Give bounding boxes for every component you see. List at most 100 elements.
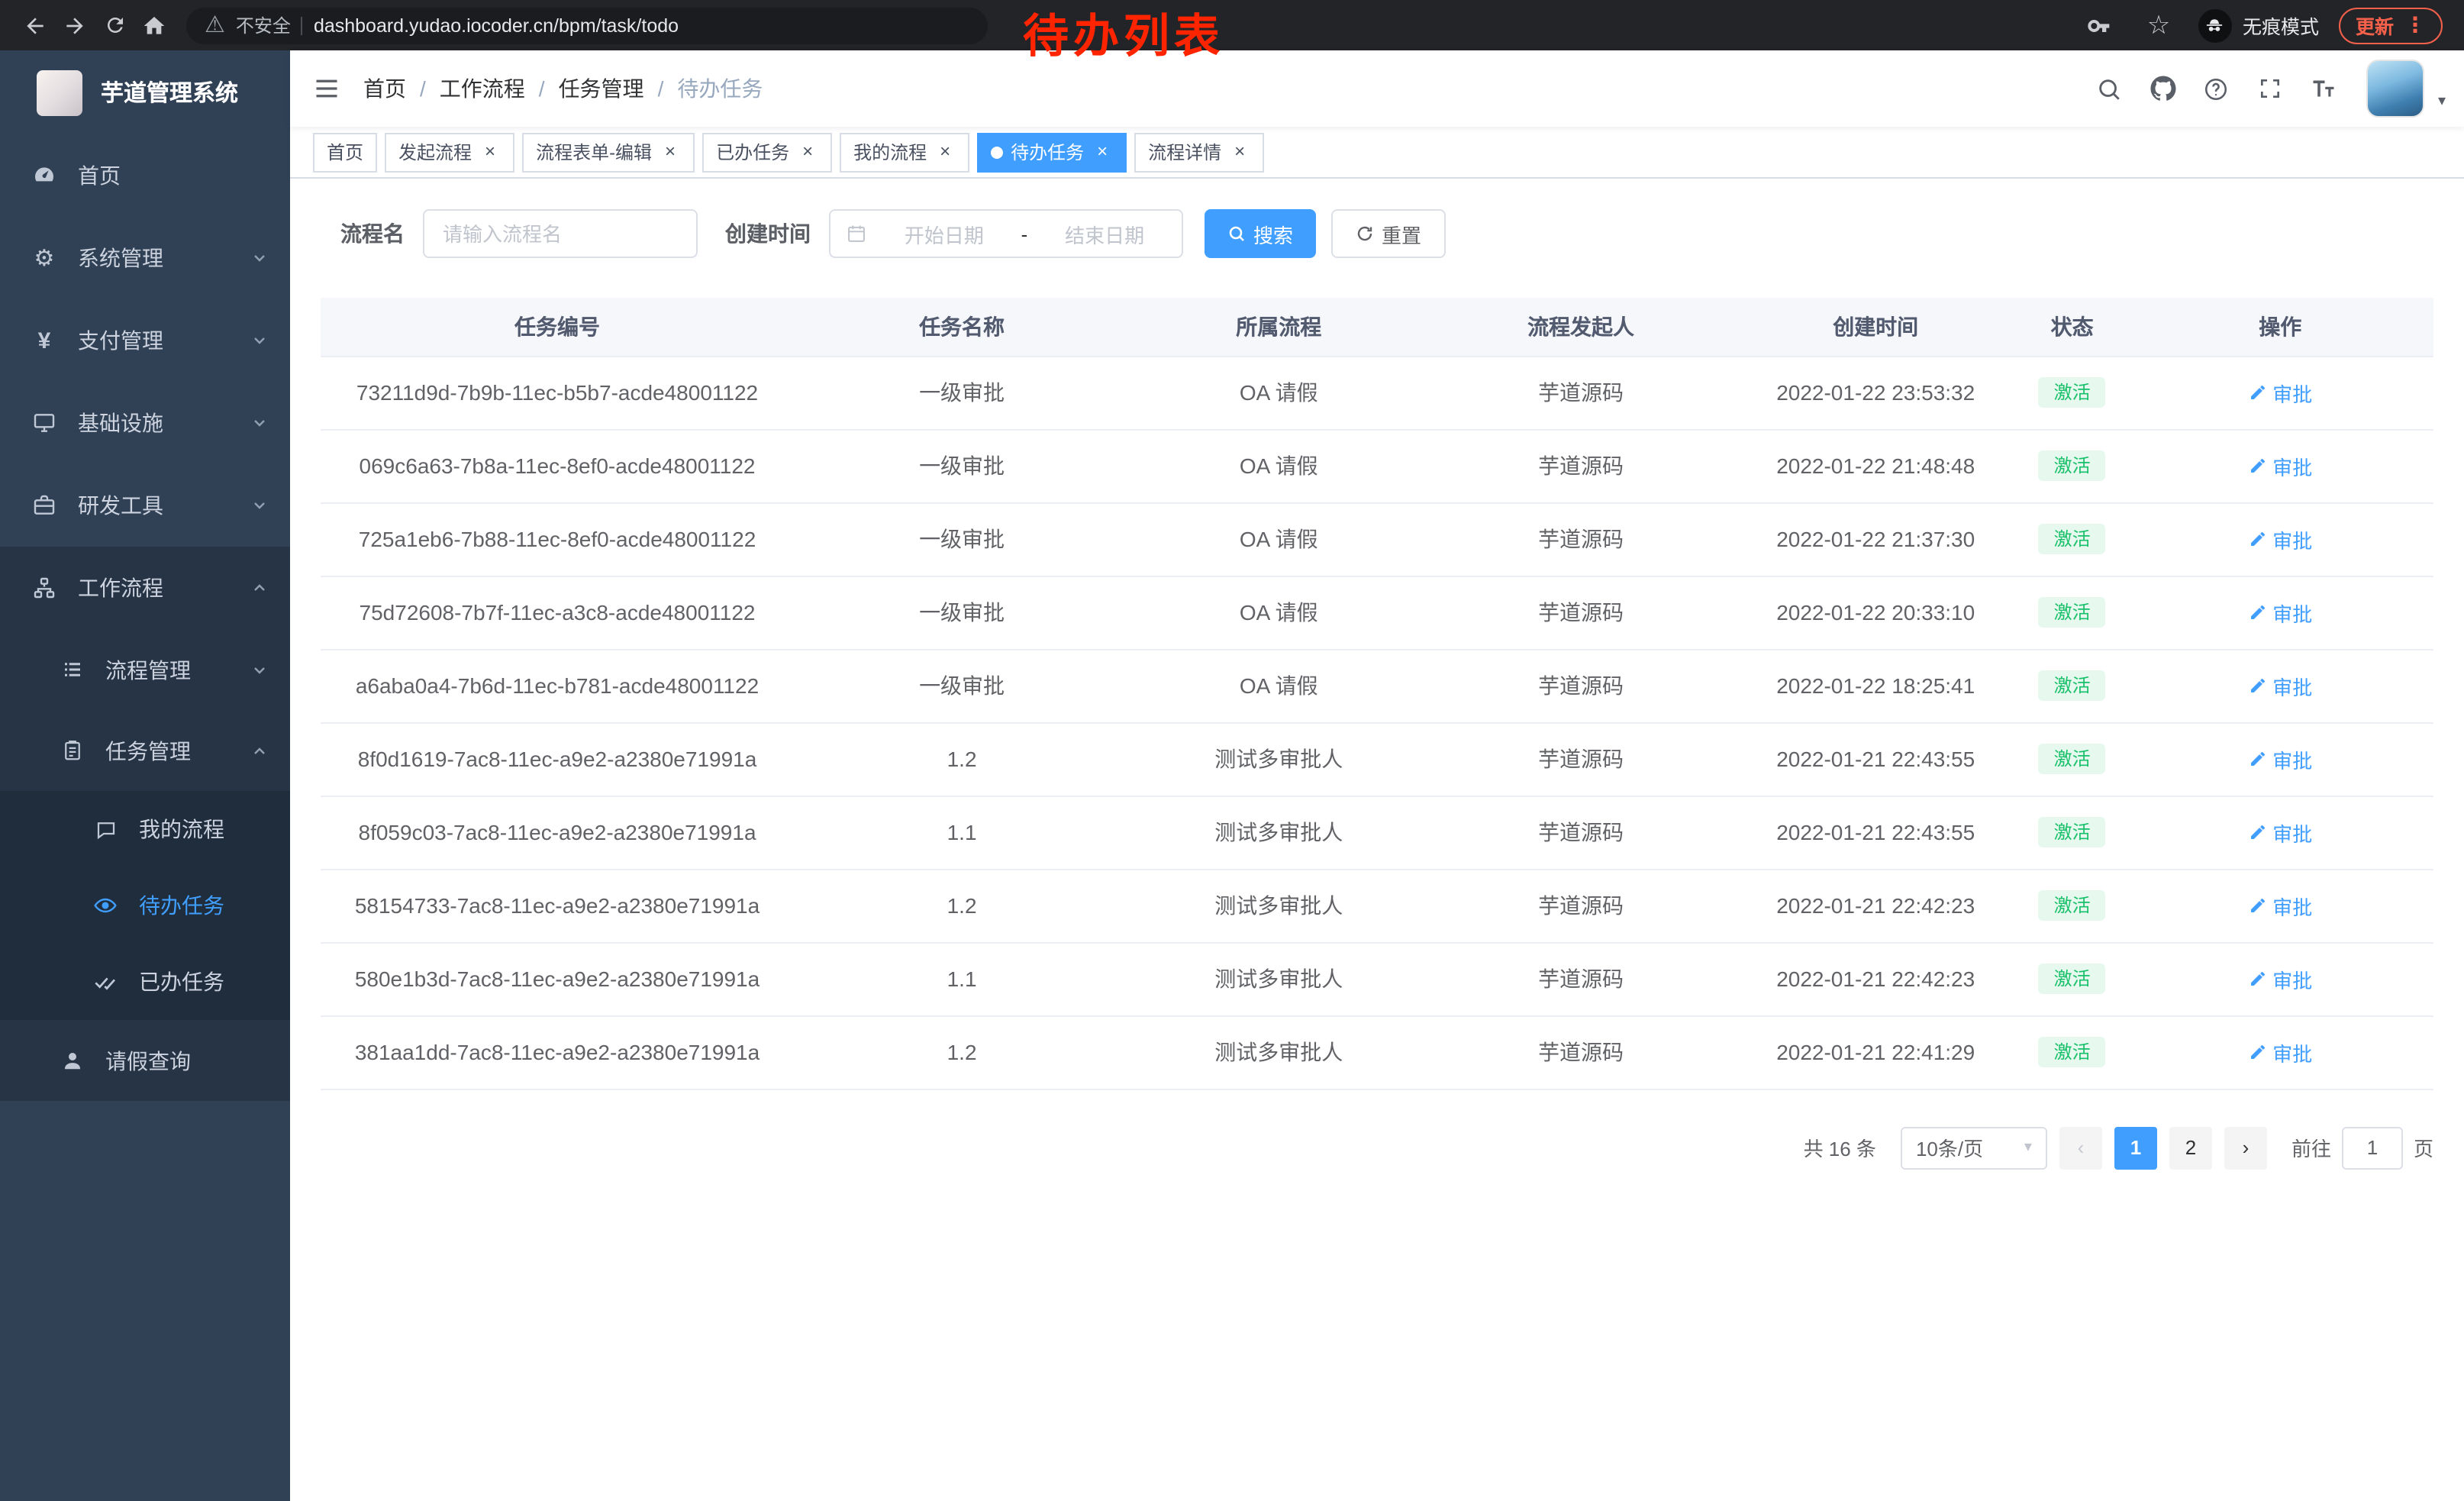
close-icon[interactable]: × [660,141,681,163]
prev-page-button[interactable]: ‹ [2059,1126,2102,1169]
process-name-input[interactable] [423,209,698,258]
approve-link[interactable]: 审批 [2248,964,2312,993]
sidebar-item-workflow[interactable]: 工作流程 [0,547,290,629]
range-separator: - [1021,222,1028,245]
cell-actions: 审批 [2127,429,2433,502]
table-row: 73211d9d-7b9b-11ec-b5b7-acde48001122 一级审… [321,356,2433,429]
page-button-2[interactable]: 2 [2169,1126,2212,1169]
table-row: a6aba0a4-7b6d-11ec-b781-acde48001122 一级审… [321,649,2433,722]
approve-link[interactable]: 审批 [2248,744,2312,773]
next-page-button[interactable]: › [2224,1126,2267,1169]
key-icon[interactable] [2079,4,2119,47]
yen-icon: ¥ [31,329,58,352]
page-size-select[interactable]: 10条/页 ▾ [1901,1126,2047,1169]
close-icon[interactable]: × [1229,141,1250,163]
incognito-badge[interactable]: 无痕模式 [2198,8,2319,42]
cell-initiator: 芋道源码 [1427,722,1734,796]
app-logo[interactable]: 芋道管理系统 [0,50,290,134]
date-range-picker[interactable]: 开始日期 - 结束日期 [829,209,1183,258]
refresh-icon [1356,224,1374,243]
col-initiator: 流程发起人 [1427,298,1734,356]
cell-status: 激活 [2017,502,2127,576]
help-icon[interactable] [2197,69,2237,108]
screen: ⚠ 不安全 dashboard.yudao.iocoder.cn/bpm/tas… [0,0,2464,1501]
cell-task-id: 381aa1dd-7ac8-11ec-a9e2-a2380e71991a [321,1015,794,1089]
approve-link[interactable]: 审批 [2248,671,2312,700]
address-bar[interactable]: ⚠ 不安全 dashboard.yudao.iocoder.cn/bpm/tas… [186,7,988,44]
sidebar-item-task-mgmt[interactable]: 任务管理 [0,710,290,791]
sidebar-item-devtools[interactable]: 研发工具 [0,464,290,547]
caret-down-icon: ▾ [2024,1139,2032,1156]
clipboard-icon [58,739,85,762]
cell-status: 激活 [2017,869,2127,942]
cell-task-name: 一级审批 [794,502,1130,576]
chevron-down-icon [250,660,269,679]
sidebar-item-home[interactable]: 首页 [0,134,290,217]
reset-button[interactable]: 重置 [1331,209,1446,258]
search-icon[interactable] [2090,69,2130,108]
cell-task-name: 1.2 [794,722,1130,796]
cell-actions: 审批 [2127,722,2433,796]
tag-my-process[interactable]: 我的流程× [840,132,969,172]
tag-process-form-edit[interactable]: 流程表单-编辑× [522,132,695,172]
sidebar-item-payment[interactable]: ¥ 支付管理 [0,299,290,382]
start-date-placeholder: 开始日期 [882,219,1006,248]
approve-link[interactable]: 审批 [2248,451,2312,480]
breadcrumb-workflow[interactable]: 工作流程 [440,73,525,104]
cell-actions: 审批 [2127,502,2433,576]
cell-task-id: 725a1eb6-7b88-11ec-8ef0-acde48001122 [321,502,794,576]
font-size-icon[interactable] [2304,69,2343,108]
sidebar-item-process-mgmt[interactable]: 流程管理 [0,629,290,710]
approve-link[interactable]: 审批 [2248,378,2312,407]
refresh-icon[interactable] [95,4,134,47]
cell-initiator: 芋道源码 [1427,869,1734,942]
tag-process-detail[interactable]: 流程详情× [1134,132,1264,172]
breadcrumb-home[interactable]: 首页 [363,73,406,104]
tag-home[interactable]: 首页 [313,132,377,172]
sidebar-item-done-tasks[interactable]: 已办任务 [0,944,290,1020]
close-icon[interactable]: × [479,141,501,163]
approve-link[interactable]: 审批 [2248,891,2312,920]
avatar-caret-icon[interactable]: ▾ [2438,93,2446,110]
github-icon[interactable] [2143,69,2183,108]
home-icon[interactable] [134,4,174,47]
goto-page-input[interactable] [2342,1126,2403,1169]
breadcrumb-separator: / [658,76,664,101]
user-avatar[interactable] [2366,60,2424,118]
navbar-actions: ▾ [2090,60,2464,118]
cell-task-id: 8f0d1619-7ac8-11ec-a9e2-a2380e71991a [321,722,794,796]
close-icon[interactable]: × [934,141,956,163]
breadcrumb-task-mgmt[interactable]: 任务管理 [559,73,644,104]
cell-status: 激活 [2017,356,2127,429]
incognito-label: 无痕模式 [2243,11,2319,40]
cell-process: OA 请假 [1130,576,1427,649]
col-actions: 操作 [2127,298,2433,356]
sidebar-item-infrastructure[interactable]: 基础设施 [0,382,290,464]
approve-link[interactable]: 审批 [2248,598,2312,627]
sidebar-item-leave-query[interactable]: 请假查询 [0,1020,290,1101]
fullscreen-icon[interactable] [2250,69,2290,108]
back-icon[interactable] [15,4,55,47]
close-icon[interactable]: × [1092,141,1113,163]
update-button[interactable]: 更新 ⋮ [2339,7,2443,44]
hamburger-icon[interactable] [290,75,363,102]
tag-todo-tasks[interactable]: 待办任务× [977,132,1127,172]
create-time-label: 创建时间 [725,218,811,249]
tag-start-process[interactable]: 发起流程× [385,132,514,172]
search-button[interactable]: 搜索 [1205,209,1316,258]
cell-process: 测试多审批人 [1130,722,1427,796]
table-row: 8f0d1619-7ac8-11ec-a9e2-a2380e71991a 1.2… [321,722,2433,796]
approve-link[interactable]: 审批 [2248,818,2312,847]
sidebar-item-todo-tasks[interactable]: 待办任务 [0,867,290,944]
page-button-1[interactable]: 1 [2114,1126,2157,1169]
forward-icon[interactable] [55,4,95,47]
browser-menu-icon[interactable]: ⋮ [2404,12,2426,38]
tag-done-tasks[interactable]: 已办任务× [702,132,832,172]
sidebar-item-system[interactable]: ⚙ 系统管理 [0,217,290,299]
star-icon[interactable]: ☆ [2139,4,2179,47]
close-icon[interactable]: × [797,141,818,163]
sidebar-item-my-process[interactable]: 我的流程 [0,791,290,867]
approve-link[interactable]: 审批 [2248,525,2312,554]
cell-process: OA 请假 [1130,429,1427,502]
approve-link[interactable]: 审批 [2248,1038,2312,1067]
